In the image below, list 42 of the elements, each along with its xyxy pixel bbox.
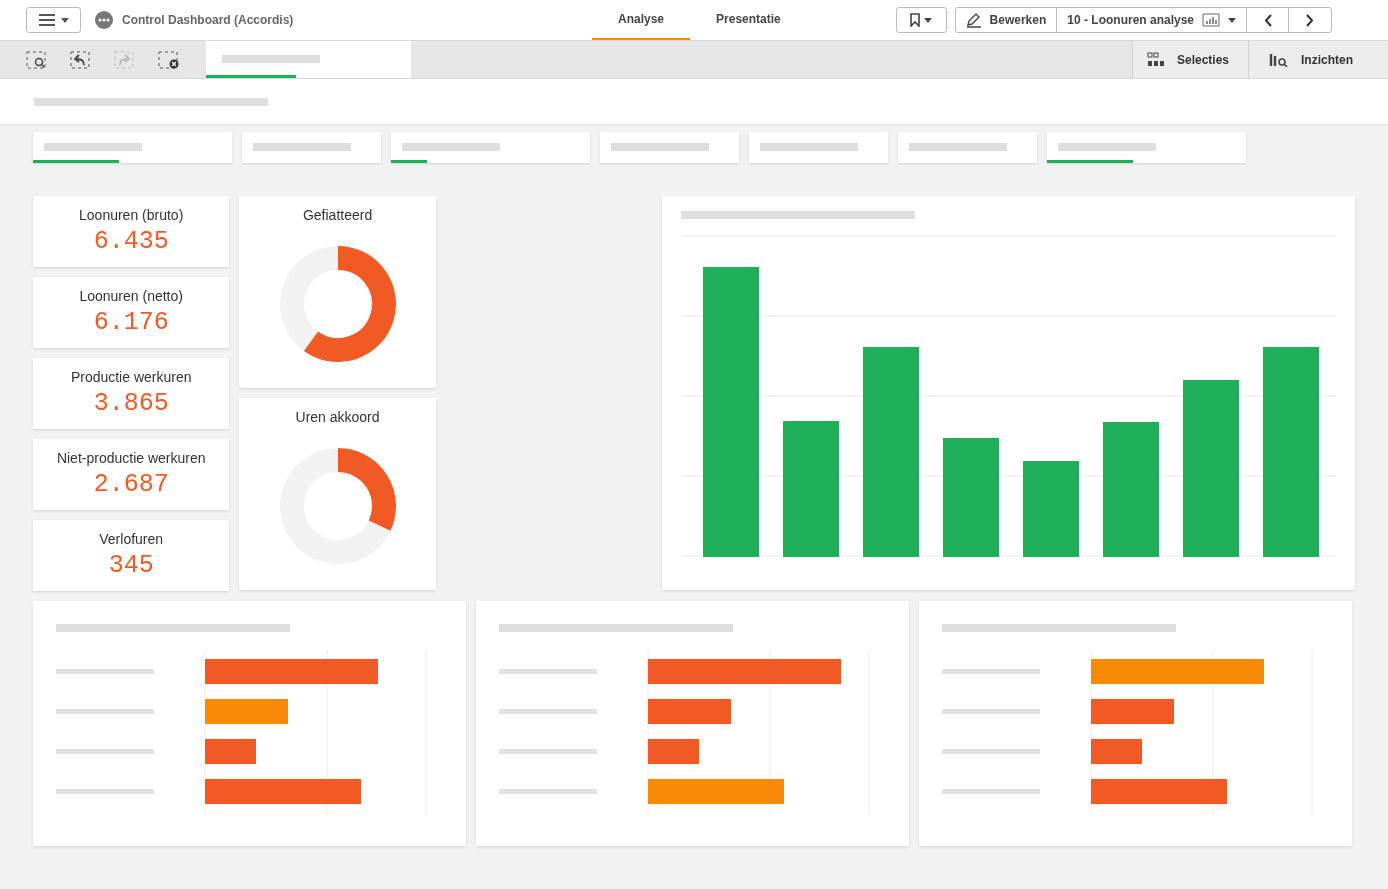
sheet-chart-icon [1202,13,1220,27]
selection-search-icon[interactable] [26,50,48,69]
kpi-label: Verlofuren [99,530,164,549]
caret-icon [924,17,933,23]
kpi-label: Niet-productie werkuren [56,449,206,468]
caret-icon [60,17,69,23]
grid-icon [1147,51,1165,68]
selection-tab[interactable] [206,41,411,78]
kpi-value: 6.176 [93,307,169,339]
kpi-value: 6.435 [93,226,169,258]
insights-icon [1269,52,1289,67]
more-icon[interactable] [95,11,113,29]
chevron-left-icon [1263,13,1272,27]
gauge-title: Uren akkoord [295,408,380,427]
mode-tab[interactable]: Presentatie [690,0,807,40]
kpi-label: Loonuren (bruto) [79,206,184,225]
kpi-value: 2.687 [93,469,169,501]
filter-pane[interactable] [1047,132,1246,163]
gauge-title: Gefiatteerd [302,206,373,225]
kpi-value: 345 [108,550,154,582]
clear-selections-icon[interactable] [158,50,180,69]
menu-icon [38,14,55,26]
bookmark-icon [910,13,921,27]
app-title: Control Dashboard (Accordis) [122,12,295,29]
chevron-right-icon [1306,13,1314,27]
filter-pane[interactable] [33,132,232,163]
step-forward-icon[interactable] [114,50,136,69]
selections-button[interactable]: Selecties [1132,41,1248,78]
chart-bar [648,739,699,764]
edit-button[interactable]: Bewerken [955,8,1058,32]
menu-button[interactable] [26,7,81,33]
caret-icon [1228,17,1236,23]
pencil-icon [965,12,982,28]
insights-button[interactable]: Inzichten [1248,41,1388,78]
bookmark-button[interactable] [895,7,947,33]
chart-bar [205,739,256,764]
kpi-label: Productie werkuren [70,368,192,387]
chart-bar [1091,739,1142,764]
kpi-label: Loonuren (netto) [79,287,183,306]
sheet-selector[interactable]: 10 - Loonuren analyse [1057,8,1247,32]
step-back-icon[interactable] [70,50,92,69]
kpi-value: 3.865 [93,388,169,420]
